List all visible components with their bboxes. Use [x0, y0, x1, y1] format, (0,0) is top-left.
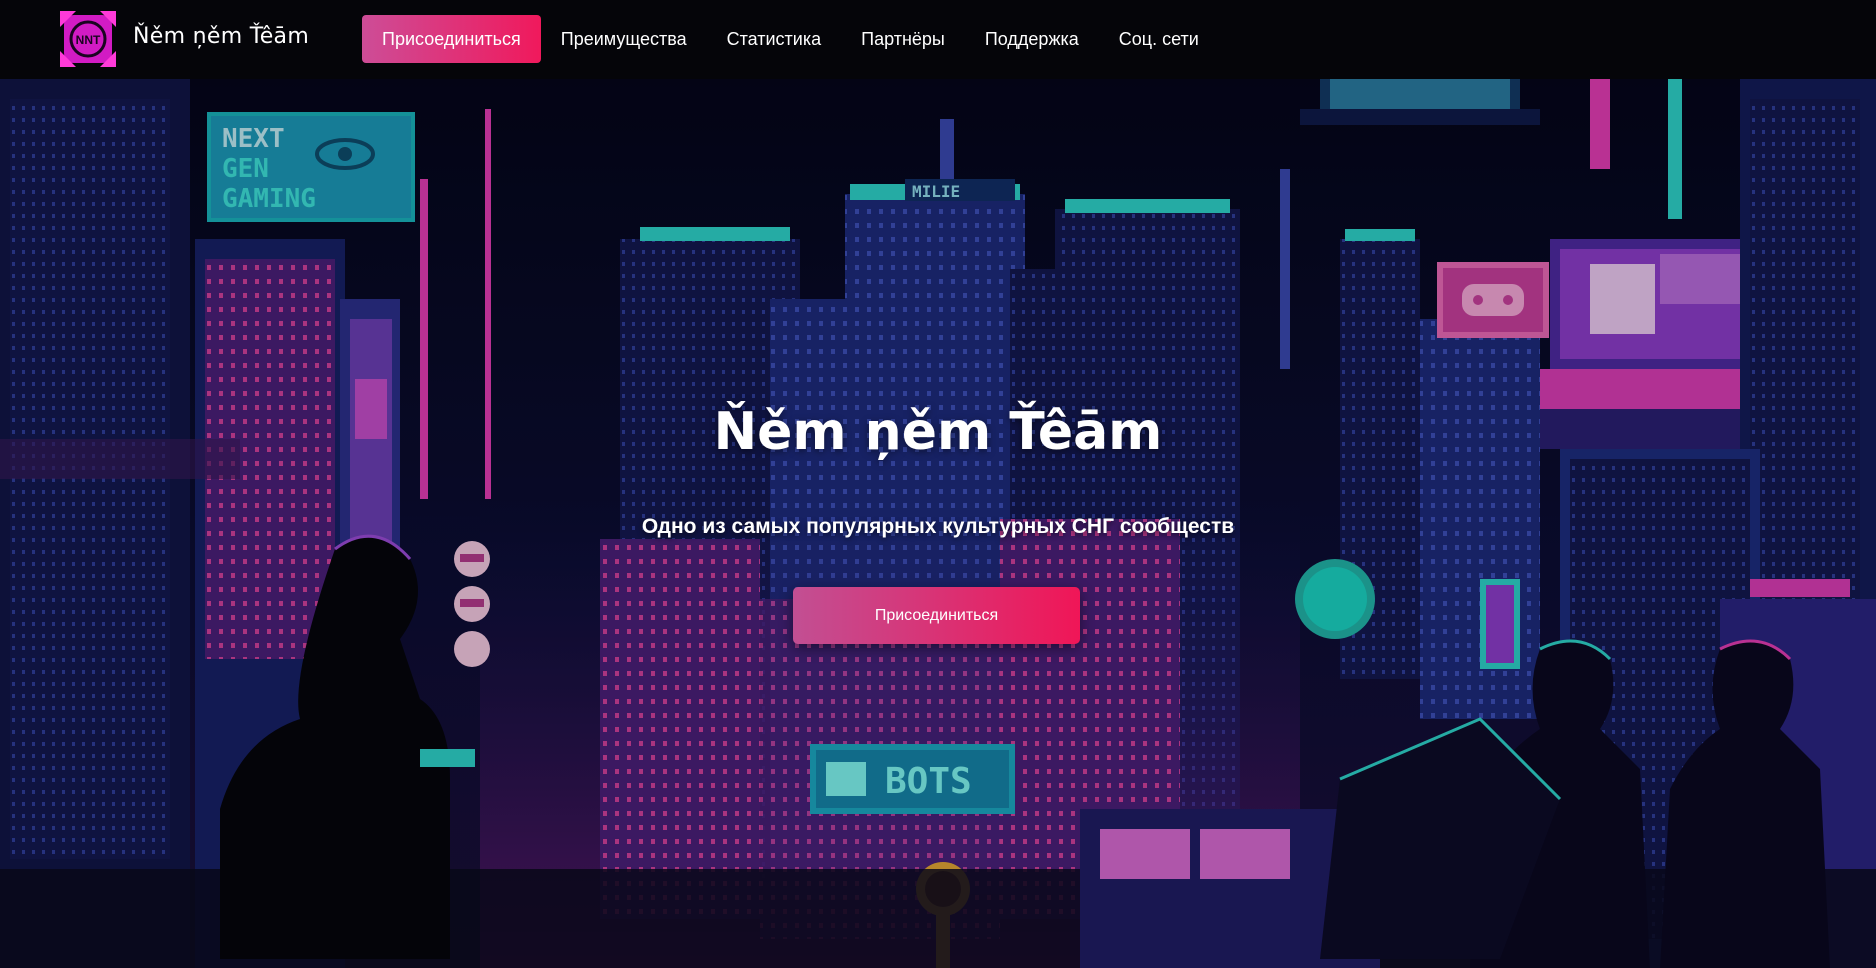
- nav-item-join[interactable]: Присоединиться: [362, 15, 541, 63]
- nav-item-partners[interactable]: Партнёры: [841, 15, 965, 63]
- nav-links: Присоединиться Преимущества Статистика П…: [362, 15, 1219, 63]
- hero-subtitle: Одно из самых популярных культурных СНГ …: [641, 515, 1235, 538]
- nav-item-statistics[interactable]: Статистика: [707, 15, 842, 63]
- nnt-logo-icon[interactable]: NNT: [60, 11, 116, 67]
- nav-item-advantages[interactable]: Преимущества: [541, 15, 707, 63]
- hero-title: Ňěm ņěm Ťêām: [713, 402, 1163, 462]
- hero-section: NEXT GEN GAMING MILIE BOTS Ňěm ņěm Ťêām …: [0, 79, 1876, 968]
- logo-text: NNT: [76, 33, 101, 47]
- nav-item-social[interactable]: Соц. сети: [1099, 15, 1219, 63]
- nav-item-support[interactable]: Поддержка: [965, 15, 1099, 63]
- join-button[interactable]: Присоединиться: [793, 587, 1080, 644]
- top-navbar: NNT Ňěm ņěm Ťêām Присоединиться Преимуще…: [0, 0, 1876, 79]
- brand-name[interactable]: Ňěm ņěm Ťêām: [133, 24, 309, 49]
